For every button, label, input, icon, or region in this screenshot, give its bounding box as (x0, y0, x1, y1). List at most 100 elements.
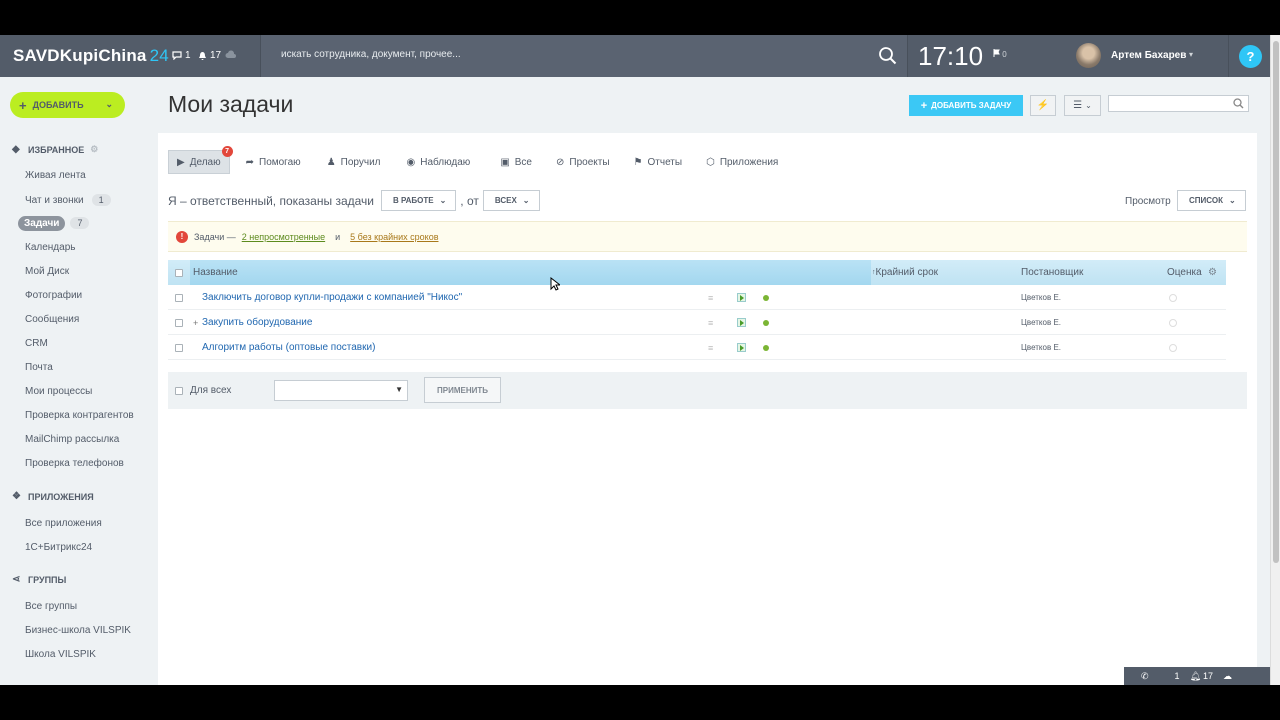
flag-counter[interactable]: 0 (993, 49, 1007, 59)
drag-icon[interactable]: ≡ (708, 285, 713, 310)
add-button[interactable]: + ДОБАВИТЬ ⌄ (10, 92, 125, 118)
sidebar-item-calendar[interactable]: Календарь (25, 242, 75, 253)
help-button[interactable]: ? (1239, 45, 1262, 68)
bell-icon (199, 51, 206, 60)
apps-section[interactable]: ❖ ПРИЛОЖЕНИЯ (12, 492, 94, 503)
scrollbar-thumb[interactable] (1273, 41, 1279, 563)
gear-icon[interactable]: ⚙ (90, 144, 98, 155)
tasks-badge: 7 (70, 217, 90, 229)
sidebar-item-photos[interactable]: Фотографии (25, 290, 82, 301)
tab-projects[interactable]: ⊘ Проекты (548, 150, 618, 174)
row-checkbox[interactable] (175, 285, 183, 310)
sidebar-item-processes[interactable]: Мои процессы (25, 386, 92, 397)
no-deadline-link[interactable]: 5 без крайних сроков (350, 232, 438, 242)
drag-icon[interactable]: ≡ (708, 335, 713, 360)
favorites-section[interactable]: ◆ ИЗБРАННОЕ ⚙ (12, 144, 98, 155)
action-select[interactable]: ▼ (274, 380, 408, 401)
status-dot (763, 310, 769, 335)
phone-icon[interactable]: ✆ (1141, 671, 1149, 682)
brand-logo[interactable]: SAVDKupiChina 24 (13, 46, 169, 66)
column-name[interactable]: Название (193, 260, 238, 285)
user-avatar[interactable] (1076, 43, 1101, 68)
rating-radio[interactable] (1169, 310, 1177, 335)
sidebar-item-all-groups[interactable]: Все группы (25, 601, 77, 612)
task-link[interactable]: Алгоритм работы (оптовые поставки) (202, 335, 375, 360)
help-area: ? (1228, 35, 1270, 77)
add-task-button[interactable]: + ДОБАВИТЬ ЗАДАЧУ (909, 95, 1023, 116)
column-rating[interactable]: Оценка (1167, 260, 1202, 285)
chevron-down-icon[interactable]: ▾ (1189, 50, 1193, 59)
sidebar-item-business-school[interactable]: Бизнес-школа VILSPIK (25, 625, 131, 636)
chat-counter[interactable]: 1 (172, 50, 191, 61)
gear-icon[interactable]: ⚙ (1208, 260, 1217, 285)
row-checkbox[interactable] (175, 335, 183, 360)
tab-all[interactable]: ▣ Все (492, 150, 540, 174)
chevron-down-icon: ⌄ (522, 196, 530, 205)
bell-icon[interactable]: 🔔︎ (1190, 671, 1201, 682)
groups-section[interactable]: ⋖ ГРУППЫ (12, 575, 66, 586)
sidebar-item-tasks[interactable]: Задачи 7 (18, 216, 90, 231)
start-task-button[interactable] (737, 335, 746, 360)
rating-radio[interactable] (1169, 335, 1177, 360)
notification-counter[interactable]: 17 (198, 50, 221, 61)
table-row[interactable]: Заключить договор купли-продажи с компан… (168, 285, 1226, 310)
lightning-button[interactable]: ⚡ (1030, 95, 1056, 116)
cloud-icon[interactable]: ☁ (1223, 671, 1232, 682)
search-icon[interactable] (1233, 98, 1244, 109)
sidebar-item-chat[interactable]: Чат и звонки 1 (25, 194, 111, 206)
group-action-bar: Для всех ▼ ПРИМЕНИТЬ (168, 372, 1247, 409)
clock[interactable]: 17:10 (918, 41, 983, 72)
task-search-input[interactable] (1108, 95, 1249, 112)
sidebar-item-messages[interactable]: Сообщения (25, 314, 79, 325)
for-all-checkbox[interactable] (175, 386, 183, 395)
column-creator[interactable]: Постановщик (1021, 260, 1083, 285)
start-task-button[interactable] (737, 285, 746, 310)
sidebar-item-crm[interactable]: CRM (25, 338, 48, 349)
rating-radio[interactable] (1169, 285, 1177, 310)
tab-reports[interactable]: ⚑ Отчеты (626, 150, 691, 174)
column-deadline[interactable]: ↑ Крайний срок (872, 260, 938, 285)
tab-assigned[interactable]: ♟ Поручил (319, 150, 389, 174)
creator[interactable]: Цветков Е. (1021, 285, 1061, 310)
status-select[interactable]: В РАБОТЕ ⌄ (380, 190, 457, 211)
start-task-button[interactable] (737, 310, 746, 335)
expand-icon[interactable]: + (193, 310, 198, 335)
tab-doing[interactable]: ▶ Делаю 7 (168, 146, 233, 174)
row-checkbox[interactable] (175, 310, 183, 335)
name-column-highlight (190, 260, 871, 285)
who-select[interactable]: ВСЕХ ⌄ (482, 190, 540, 211)
tab-watching[interactable]: ◉ Наблюдаю (399, 150, 479, 174)
eye-icon: ◉ (406, 156, 416, 168)
bottom-count[interactable]: 1 (1175, 671, 1180, 681)
sidebar-item-feed[interactable]: Живая лента (25, 170, 86, 181)
sidebar-item-all-apps[interactable]: Все приложения (25, 518, 102, 529)
creator[interactable]: Цветков Е. (1021, 335, 1061, 360)
sidebar-item-contractors[interactable]: Проверка контрагентов (25, 410, 134, 421)
list-icon: ☰ (1073, 100, 1083, 111)
global-search-input[interactable]: искать сотрудника, документ, прочее... (281, 49, 461, 60)
search-icon[interactable] (878, 46, 897, 65)
menu-button[interactable]: ☰ ⌄ (1064, 95, 1101, 116)
sidebar-item-phones[interactable]: Проверка телефонов (25, 458, 124, 469)
sidebar-item-school[interactable]: Школа VILSPIK (25, 649, 96, 660)
drag-icon[interactable]: ≡ (708, 310, 713, 335)
tab-helping[interactable]: ➦ Помогаю (238, 150, 309, 174)
sidebar-item-1c[interactable]: 1С+Битрикс24 (25, 542, 92, 553)
task-link[interactable]: Заключить договор купли-продажи с компан… (202, 285, 462, 310)
sidebar-item-mail[interactable]: Почта (25, 362, 53, 373)
for-all-label: Для всех (190, 385, 232, 396)
view-select[interactable]: СПИСОК ⌄ (1177, 190, 1246, 211)
global-search[interactable]: искать сотрудника, документ, прочее... (260, 35, 908, 77)
table-row[interactable]: Алгоритм работы (оптовые поставки) ≡ Цве… (168, 335, 1226, 360)
creator[interactable]: Цветков Е. (1021, 310, 1061, 335)
table-row[interactable]: + Закупить оборудование ≡ Цветков Е. (168, 310, 1226, 335)
tab-applications[interactable]: ⬡ Приложения (698, 150, 786, 174)
unviewed-link[interactable]: 2 непросмотренные (242, 232, 325, 242)
user-name[interactable]: Артем Бахарев (1111, 50, 1186, 61)
sidebar-item-mailchimp[interactable]: MailChimp рассылка (25, 434, 119, 445)
select-all-checkbox[interactable] (175, 260, 183, 285)
page-scrollbar[interactable] (1270, 35, 1280, 685)
task-link[interactable]: Закупить оборудование (202, 310, 312, 335)
sidebar-item-disk[interactable]: Мой Диск (25, 266, 69, 277)
apply-button[interactable]: ПРИМЕНИТЬ (424, 377, 501, 403)
